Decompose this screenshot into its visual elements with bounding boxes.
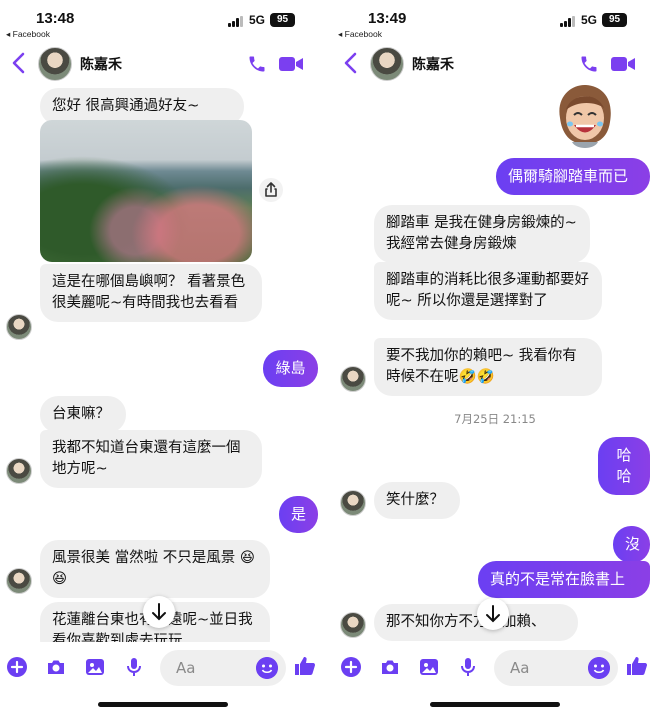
home-indicator <box>430 702 560 707</box>
message-outgoing: 沒 <box>613 526 650 563</box>
message-outgoing: 偶爾騎腳踏車而已 <box>496 158 650 195</box>
arrow-down-icon <box>486 605 500 623</box>
sender-avatar <box>6 314 32 340</box>
date-separator: 7月25日 21:15 <box>454 412 536 426</box>
message-incoming: 要不我加你的賴吧~ 我看你有時候不在呢🤣🤣 <box>374 338 602 396</box>
status-time: 13:49 <box>368 10 407 27</box>
signal-icon <box>228 16 244 27</box>
message-incoming: 那不知你方不方便加賴、 <box>374 604 578 641</box>
message-outgoing: 是 <box>279 496 318 533</box>
status-bar: 13:48 ◂ Facebook 5G 95 <box>0 0 326 42</box>
message-incoming: 腳踏車 是我在健身房鍛煉的~ 我經常去健身房鍛煉 <box>374 205 590 263</box>
contact-avatar[interactable] <box>370 47 404 81</box>
back-to-facebook-link[interactable]: ◂ Facebook <box>6 29 50 40</box>
plus-icon[interactable] <box>6 656 28 678</box>
emoji-icon[interactable] <box>256 657 278 679</box>
microphone-icon[interactable] <box>123 656 145 678</box>
home-indicator <box>98 702 228 707</box>
chat-screen-left: 13:48 ◂ Facebook 5G 95 陈嘉禾 您好 很高興通過好友~ 這… <box>0 0 326 709</box>
microphone-icon[interactable] <box>457 656 479 678</box>
laughing-avatar-sticker[interactable] <box>552 80 618 150</box>
video-camera-icon[interactable] <box>610 55 636 73</box>
sender-avatar <box>6 568 32 594</box>
message-incoming: 我都不知道台東還有這麼一個地方呢~ <box>40 430 262 488</box>
message-input-placeholder: Aa <box>510 659 530 677</box>
scroll-to-bottom-button[interactable] <box>477 598 509 630</box>
thumbs-up-icon[interactable] <box>625 654 649 678</box>
message-outgoing: 綠島 <box>263 350 318 387</box>
message-input-placeholder: Aa <box>176 659 196 677</box>
image-icon[interactable] <box>418 656 440 678</box>
message-composer: Aa <box>0 642 326 709</box>
status-bar: 13:49 ◂ Facebook 5G 95 <box>332 0 658 42</box>
message-incoming: 風景很美 當然啦 不只是風景 😆😆 <box>40 540 270 598</box>
message-input[interactable]: Aa <box>494 650 618 686</box>
message-incoming: 腳踏車的消耗比很多運動都要好呢~ 所以你還是選擇對了 <box>374 262 602 320</box>
battery-indicator: 95 <box>270 13 295 27</box>
contact-avatar[interactable] <box>38 47 72 81</box>
chat-header: 陈嘉禾 <box>0 42 326 86</box>
back-chevron-icon[interactable] <box>8 50 30 76</box>
sender-avatar <box>6 458 32 484</box>
thumbs-up-icon[interactable] <box>293 654 317 678</box>
plus-icon[interactable] <box>340 656 362 678</box>
back-chevron-icon[interactable] <box>340 50 362 76</box>
back-to-facebook-link[interactable]: ◂ Facebook <box>338 29 382 40</box>
network-type: 5G <box>581 13 598 27</box>
message-composer: Aa <box>332 642 658 709</box>
phone-icon[interactable] <box>579 54 599 74</box>
sender-avatar <box>340 366 366 392</box>
message-incoming: 台東嘛？ <box>40 396 126 433</box>
sender-avatar <box>340 490 366 516</box>
camera-icon[interactable] <box>379 656 401 678</box>
phone-icon[interactable] <box>247 54 267 74</box>
chat-screen-right: 13:49 ◂ Facebook 5G 95 陈嘉禾 偶爾騎腳踏車而已 腳踏車 … <box>332 0 658 709</box>
image-icon[interactable] <box>84 656 106 678</box>
status-time: 13:48 <box>36 10 75 27</box>
camera-icon[interactable] <box>45 656 67 678</box>
message-outgoing: 真的不是常在臉書上 <box>478 561 650 598</box>
scroll-to-bottom-button[interactable] <box>143 596 175 628</box>
network-type: 5G <box>249 13 266 27</box>
signal-icon <box>560 16 576 27</box>
shared-photo[interactable] <box>40 120 252 262</box>
battery-indicator: 95 <box>602 13 627 27</box>
emoji-icon[interactable] <box>588 657 610 679</box>
message-incoming: 笑什麼？ <box>374 482 460 519</box>
share-button[interactable] <box>259 178 283 202</box>
sender-avatar <box>340 612 366 638</box>
contact-name[interactable]: 陈嘉禾 <box>80 54 122 74</box>
video-camera-icon[interactable] <box>278 55 304 73</box>
message-incoming: 這是在哪個島嶼啊？ 看著景色很美麗呢~有時間我也去看看 <box>40 264 262 322</box>
share-icon <box>265 182 277 197</box>
message-outgoing: 哈哈 <box>598 437 650 495</box>
contact-name[interactable]: 陈嘉禾 <box>412 54 454 74</box>
arrow-down-icon <box>152 603 166 621</box>
message-input[interactable]: Aa <box>160 650 286 686</box>
